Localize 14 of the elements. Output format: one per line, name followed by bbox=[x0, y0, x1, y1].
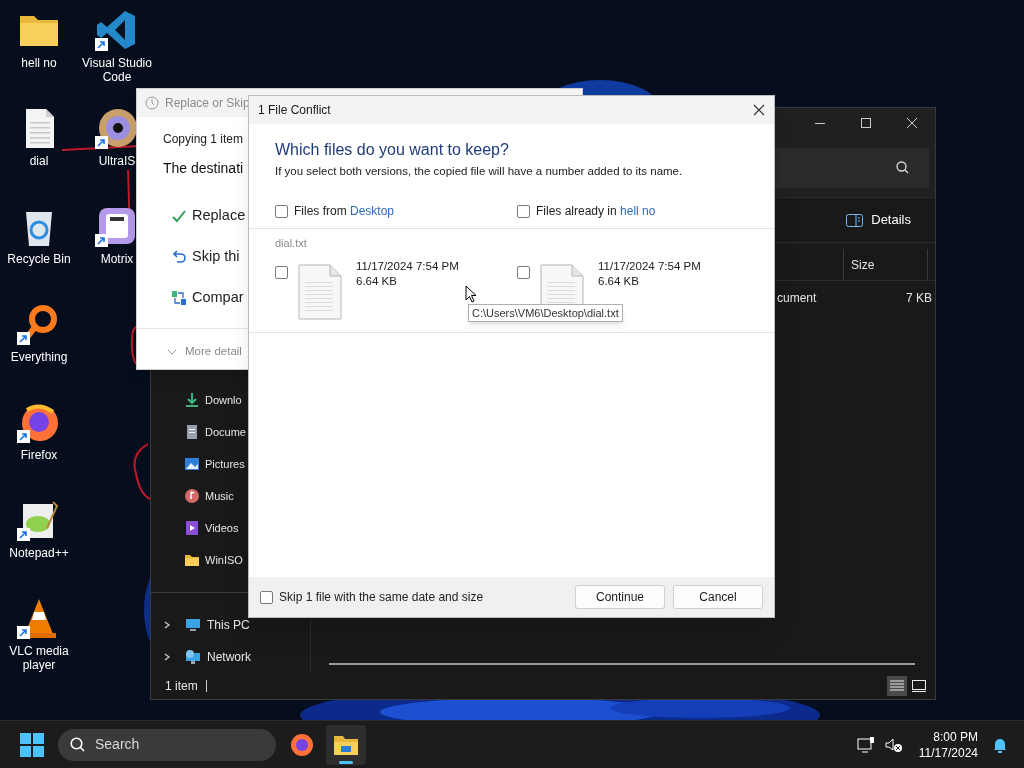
table-cell-text: 7 KB bbox=[905, 290, 932, 307]
copying-text: Copying 1 item bbox=[163, 131, 244, 148]
dialog-heading: Which files do you want to keep? bbox=[275, 140, 510, 160]
message-text: The destinati bbox=[163, 159, 244, 178]
table-cell-text: cument bbox=[777, 290, 818, 307]
tooltip: C:\Users\VM6\Desktop\dial.txt bbox=[468, 304, 623, 322]
file-size: 6.64 KB bbox=[598, 273, 640, 289]
window-title: 1 File Conflict bbox=[258, 102, 331, 119]
file-size: 6.64 KB bbox=[356, 273, 398, 289]
file-date: 11/17/2024 7:54 PM bbox=[356, 258, 459, 274]
file-name: dial.txt bbox=[275, 236, 308, 252]
dialog-subtext: If you select both versions, the copied file will have a number added to its name. bbox=[275, 164, 684, 179]
status-text: 1 item bbox=[165, 678, 198, 695]
file-date: 11/17/2024 7:54 PM bbox=[598, 258, 701, 274]
